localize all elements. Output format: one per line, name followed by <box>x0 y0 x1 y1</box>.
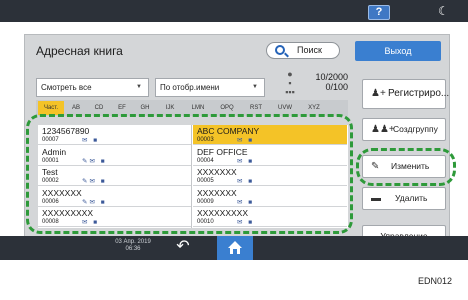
help-button[interactable]: ? <box>368 5 390 20</box>
index-tab[interactable]: EF <box>111 101 133 115</box>
highlight-edit-annotation <box>356 148 456 186</box>
register-button-label: Регистриро... <box>388 88 450 99</box>
index-tab[interactable]: RST <box>242 101 270 115</box>
view-filter-dropdown[interactable]: Смотреть все ▼ <box>36 78 149 97</box>
index-tab[interactable]: AB <box>65 101 87 115</box>
home-icon <box>228 241 242 254</box>
create-group-button[interactable]: ♟♟+ Создгруппу <box>362 118 446 141</box>
selected-count: 0/100 <box>325 82 348 92</box>
back-button[interactable]: ↶ <box>166 236 200 260</box>
exit-button[interactable]: Выход <box>355 41 441 61</box>
chevron-down-icon: ▼ <box>136 84 142 90</box>
index-tab[interactable]: LMN <box>184 101 212 115</box>
screen: ? ☾ Адресная книга Поиск Выход Смотреть … <box>0 0 468 300</box>
page-title: Адресная книга <box>36 44 123 58</box>
index-tab[interactable]: OPQ <box>213 101 241 115</box>
add-user-icon: ♟+ <box>371 88 386 99</box>
register-button[interactable]: ♟+ Регистриро... <box>362 79 450 109</box>
highlight-entries-annotation <box>26 114 353 234</box>
search-icon <box>275 45 285 55</box>
delete-button[interactable]: ▬ Удалить <box>362 187 446 210</box>
date-text: 03 Апр. 2019 <box>115 239 151 245</box>
registered-count: 10/2000 <box>315 72 348 82</box>
add-group-icon: ♟♟+ <box>371 124 395 135</box>
trash-icon: ▬ <box>371 193 381 204</box>
energy-saver-icon[interactable]: ☾ <box>438 4 449 18</box>
home-button[interactable] <box>217 236 253 260</box>
sort-value: По отобр.имени <box>160 83 220 92</box>
sort-dropdown[interactable]: По отобр.имени ▼ <box>155 78 265 97</box>
view-filter-value: Смотреть все <box>41 83 92 92</box>
time-text: 06:36 <box>125 246 141 252</box>
create-group-label: Создгруппу <box>393 124 438 134</box>
index-tab[interactable]: UVW <box>271 101 299 115</box>
index-tab[interactable]: IJK <box>157 101 183 115</box>
index-tab[interactable]: Част. <box>38 101 64 115</box>
search-button-label: Поиск <box>297 45 322 55</box>
search-button[interactable]: Поиск <box>266 42 340 59</box>
system-top-bar <box>0 0 468 22</box>
index-tab[interactable]: XYZ <box>300 101 328 115</box>
users-count-icon: ● ▪ ▪▪▪ <box>285 69 295 97</box>
date-time: 03 Апр. 2019 06:36 <box>113 239 153 253</box>
figure-code: EDN012 <box>418 276 453 286</box>
delete-button-label: Удалить <box>395 193 428 203</box>
chevron-down-icon: ▼ <box>252 84 258 90</box>
index-tab[interactable]: CD <box>88 101 110 115</box>
index-tab[interactable]: GH <box>134 101 156 115</box>
